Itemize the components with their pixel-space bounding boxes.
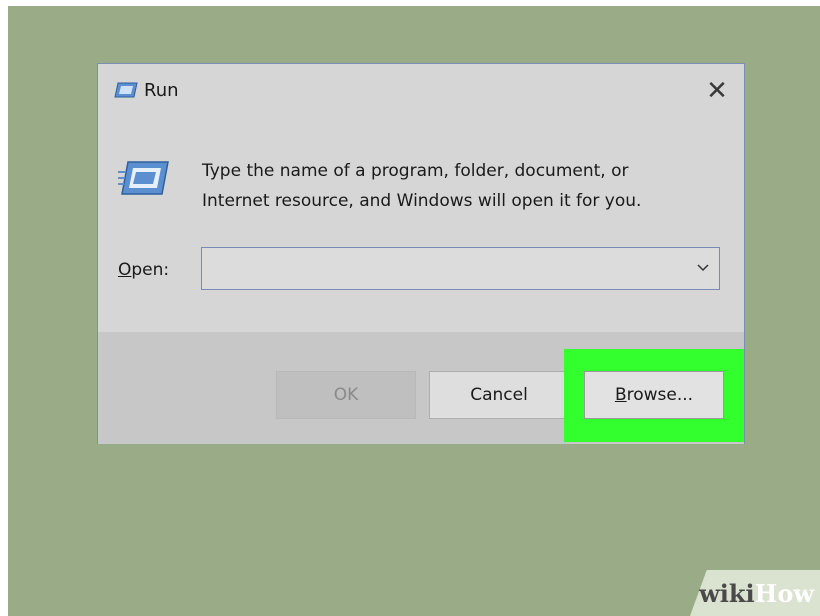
dialog-footer: OK Cancel Browse...	[98, 332, 744, 444]
browse-button[interactable]: Browse...	[584, 371, 724, 419]
close-icon: ✕	[706, 76, 728, 106]
close-button[interactable]: ✕	[700, 74, 734, 108]
ok-button[interactable]: OK	[276, 371, 416, 419]
open-input[interactable]	[202, 248, 682, 289]
dialog-title: Run	[144, 80, 179, 101]
run-icon-large	[118, 161, 169, 195]
watermark-part2: How	[754, 579, 814, 608]
title-bar: Run ✕	[98, 64, 744, 120]
dialog-description: Type the name of a program, folder, docu…	[202, 156, 702, 216]
run-icon	[114, 82, 138, 98]
description-line-2: Internet resource, and Windows will open…	[202, 191, 642, 211]
open-combobox[interactable]	[201, 247, 720, 290]
open-label: Open:	[118, 260, 169, 280]
browse-access-key: B	[614, 385, 627, 405]
open-label-text: pen:	[131, 260, 170, 280]
browse-label: rowse...	[626, 385, 694, 405]
desktop-background: Run ✕ Type the name of a program, folder…	[8, 6, 820, 616]
open-label-access-key: O	[118, 260, 132, 280]
wikihow-watermark: wikiHow	[699, 579, 814, 608]
description-line-1: Type the name of a program, folder, docu…	[202, 161, 629, 181]
watermark-part1: wiki	[699, 579, 755, 608]
browse-highlight: Browse...	[564, 349, 744, 442]
dropdown-button[interactable]	[695, 258, 711, 278]
chevron-down-icon	[697, 264, 709, 272]
run-dialog: Run ✕ Type the name of a program, folder…	[97, 63, 745, 444]
cancel-button[interactable]: Cancel	[429, 371, 569, 419]
